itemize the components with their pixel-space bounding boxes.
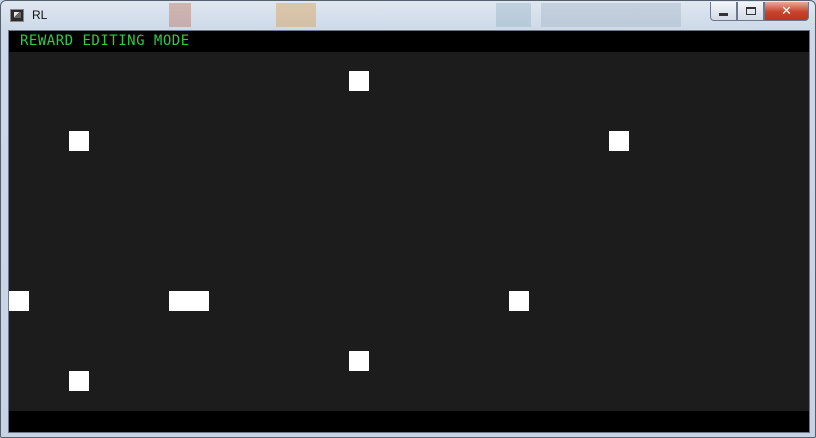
status-bar: REWARD EDITING MODE bbox=[9, 31, 809, 52]
window-controls: ✕ bbox=[710, 2, 809, 21]
reward-tile[interactable] bbox=[349, 71, 369, 91]
reward-tile[interactable] bbox=[609, 131, 629, 151]
reward-tile[interactable] bbox=[9, 291, 29, 311]
maximize-icon bbox=[745, 7, 756, 15]
close-button[interactable]: ✕ bbox=[764, 2, 809, 21]
reward-tile[interactable] bbox=[69, 371, 89, 391]
reward-tile[interactable] bbox=[349, 351, 369, 371]
reward-tile[interactable] bbox=[509, 291, 529, 311]
title-bar[interactable]: RL ✕ bbox=[1, 1, 815, 29]
reward-tile[interactable] bbox=[169, 291, 209, 311]
mode-label: REWARD EDITING MODE bbox=[20, 33, 190, 49]
app-icon[interactable] bbox=[10, 9, 24, 22]
app-window: RL ✕ REWARD EDITING MODE bbox=[0, 0, 816, 438]
window-title: RL bbox=[32, 8, 48, 22]
grid-canvas[interactable]: REWARD EDITING MODE bbox=[8, 30, 810, 433]
minimize-icon bbox=[719, 12, 728, 16]
maximize-button[interactable] bbox=[737, 2, 764, 21]
bottom-bar bbox=[9, 411, 809, 432]
close-icon: ✕ bbox=[781, 3, 792, 19]
reward-tile[interactable] bbox=[69, 131, 89, 151]
background-blur bbox=[161, 3, 701, 27]
minimize-button[interactable] bbox=[710, 2, 737, 21]
